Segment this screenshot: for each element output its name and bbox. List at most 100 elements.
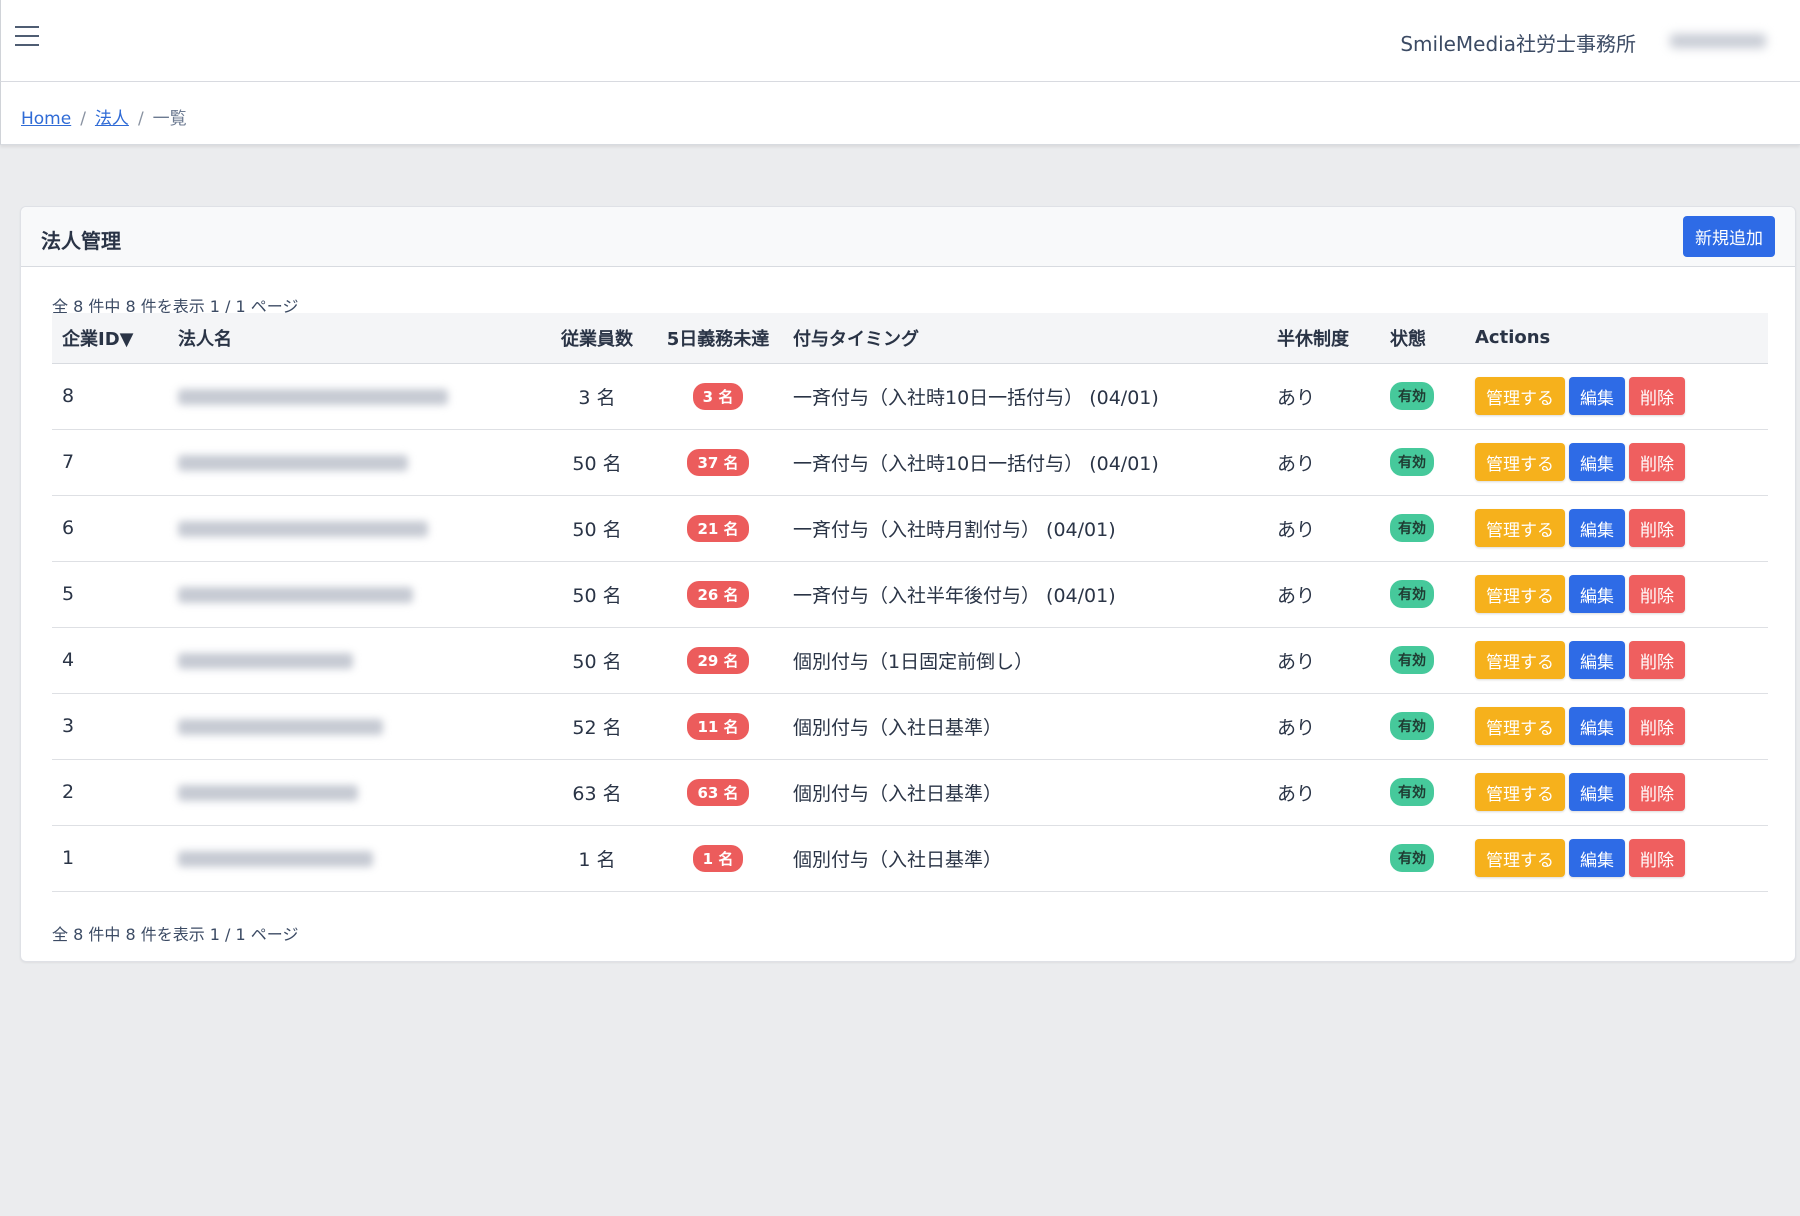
status-badge: 有効 <box>1390 646 1434 674</box>
manage-button[interactable]: 管理する <box>1475 641 1565 679</box>
edit-button[interactable]: 編集 <box>1569 443 1625 481</box>
cell-unmet: 3 名 <box>653 363 783 430</box>
status-badge: 有効 <box>1390 712 1434 740</box>
corp-management-card: 法人管理 新規追加 全 8 件中 8 件を表示 1 / 1 ページ 企業ID▼ … <box>20 206 1796 962</box>
cell-corp-name <box>168 363 541 430</box>
delete-button[interactable]: 削除 <box>1629 839 1685 877</box>
delete-button[interactable]: 削除 <box>1629 707 1685 745</box>
column-header-name: 法人名 <box>168 313 541 364</box>
manage-button[interactable]: 管理する <box>1475 773 1565 811</box>
breadcrumb-corp-link[interactable]: 法人 <box>95 109 129 129</box>
cell-timing: 個別付与（1日固定前倒し） <box>783 627 1267 694</box>
delete-button[interactable]: 削除 <box>1629 509 1685 547</box>
cell-status: 有効 <box>1380 363 1465 430</box>
breadcrumb-home-link[interactable]: Home <box>21 109 71 129</box>
manage-button[interactable]: 管理する <box>1475 377 1565 415</box>
cell-corp-name <box>168 759 541 826</box>
manage-button[interactable]: 管理する <box>1475 575 1565 613</box>
column-header-employees: 従業員数 <box>541 313 653 364</box>
cell-half-day: あり <box>1267 693 1380 760</box>
table-row: 6 50 名 21 名 一斉付与（入社時月割付与） (04/01) あり 有効 管理する 編集… <box>52 495 1768 562</box>
cell-status: 有効 <box>1380 561 1465 628</box>
cell-id: 8 <box>52 363 168 430</box>
delete-button[interactable]: 削除 <box>1629 443 1685 481</box>
delete-button[interactable]: 削除 <box>1629 773 1685 811</box>
cell-unmet: 37 名 <box>653 429 783 496</box>
cell-unmet: 63 名 <box>653 759 783 826</box>
menu-icon[interactable] <box>15 26 39 48</box>
cell-id: 6 <box>52 495 168 562</box>
office-name: SmileMedia社労士事務所 <box>1400 32 1636 56</box>
edit-button[interactable]: 編集 <box>1569 377 1625 415</box>
delete-button[interactable]: 削除 <box>1629 575 1685 613</box>
cell-timing: 一斉付与（入社時10日一括付与） (04/01) <box>783 429 1267 496</box>
cell-unmet: 1 名 <box>653 825 783 892</box>
cell-half-day <box>1267 825 1380 892</box>
redacted-corp-name <box>178 784 358 801</box>
edit-button[interactable]: 編集 <box>1569 509 1625 547</box>
cell-status: 有効 <box>1380 627 1465 694</box>
cell-unmet: 29 名 <box>653 627 783 694</box>
redacted-corp-name <box>178 520 428 537</box>
cell-employees: 50 名 <box>541 561 653 628</box>
cell-unmet: 21 名 <box>653 495 783 562</box>
add-new-button[interactable]: 新規追加 <box>1683 216 1775 257</box>
cell-employees: 52 名 <box>541 693 653 760</box>
edit-button[interactable]: 編集 <box>1569 641 1625 679</box>
cell-corp-name <box>168 627 541 694</box>
cell-actions: 管理する 編集 削除 <box>1465 429 1768 496</box>
status-badge: 有効 <box>1390 844 1434 872</box>
cell-id: 2 <box>52 759 168 826</box>
cell-status: 有効 <box>1380 693 1465 760</box>
cell-half-day: あり <box>1267 363 1380 430</box>
unmet-badge: 29 名 <box>687 646 749 674</box>
column-header-unmet: 5日義務未達 <box>653 313 783 364</box>
unmet-badge: 63 名 <box>687 778 749 806</box>
delete-button[interactable]: 削除 <box>1629 641 1685 679</box>
cell-timing: 一斉付与（入社半年後付与） (04/01) <box>783 561 1267 628</box>
unmet-badge: 3 名 <box>692 382 744 410</box>
cell-half-day: あり <box>1267 561 1380 628</box>
cell-actions: 管理する 編集 削除 <box>1465 561 1768 628</box>
status-badge: 有効 <box>1390 514 1434 542</box>
cell-unmet: 26 名 <box>653 561 783 628</box>
cell-half-day: あり <box>1267 759 1380 826</box>
edit-button[interactable]: 編集 <box>1569 575 1625 613</box>
manage-button[interactable]: 管理する <box>1475 839 1565 877</box>
table-header-row: 企業ID▼ 法人名 従業員数 5日義務未達 付与タイミング 半休制度 状態 Ac… <box>52 313 1768 364</box>
cell-actions: 管理する 編集 削除 <box>1465 759 1768 826</box>
cell-actions: 管理する 編集 削除 <box>1465 825 1768 892</box>
status-badge: 有効 <box>1390 382 1434 410</box>
manage-button[interactable]: 管理する <box>1475 509 1565 547</box>
edit-button[interactable]: 編集 <box>1569 839 1625 877</box>
cell-status: 有効 <box>1380 495 1465 562</box>
table-row: 5 50 名 26 名 一斉付与（入社半年後付与） (04/01) あり 有効 管理する 編集… <box>52 561 1768 628</box>
cell-employees: 50 名 <box>541 495 653 562</box>
column-header-actions: Actions <box>1465 313 1768 364</box>
card-header: 法人管理 新規追加 <box>21 207 1795 267</box>
column-header-id[interactable]: 企業ID▼ <box>52 313 168 364</box>
delete-button[interactable]: 削除 <box>1629 377 1685 415</box>
cell-id: 7 <box>52 429 168 496</box>
user-menu[interactable] <box>1670 28 1770 54</box>
manage-button[interactable]: 管理する <box>1475 707 1565 745</box>
unmet-badge: 11 名 <box>687 712 749 740</box>
cell-employees: 63 名 <box>541 759 653 826</box>
redacted-corp-name <box>178 652 353 669</box>
manage-button[interactable]: 管理する <box>1475 443 1565 481</box>
cell-timing: 個別付与（入社日基準） <box>783 693 1267 760</box>
cell-status: 有効 <box>1380 825 1465 892</box>
cell-id: 5 <box>52 561 168 628</box>
cell-timing: 一斉付与（入社時10日一括付与） (04/01) <box>783 363 1267 430</box>
cell-actions: 管理する 編集 削除 <box>1465 693 1768 760</box>
cell-corp-name <box>168 495 541 562</box>
status-badge: 有効 <box>1390 448 1434 476</box>
cell-employees: 3 名 <box>541 363 653 430</box>
top-header: SmileMedia社労士事務所 <box>0 0 1800 82</box>
unmet-badge: 21 名 <box>687 514 749 542</box>
edit-button[interactable]: 編集 <box>1569 773 1625 811</box>
breadcrumb-separator: / <box>137 109 144 129</box>
edit-button[interactable]: 編集 <box>1569 707 1625 745</box>
unmet-badge: 37 名 <box>687 448 749 476</box>
corp-table: 企業ID▼ 法人名 従業員数 5日義務未達 付与タイミング 半休制度 状態 Ac… <box>52 313 1768 892</box>
